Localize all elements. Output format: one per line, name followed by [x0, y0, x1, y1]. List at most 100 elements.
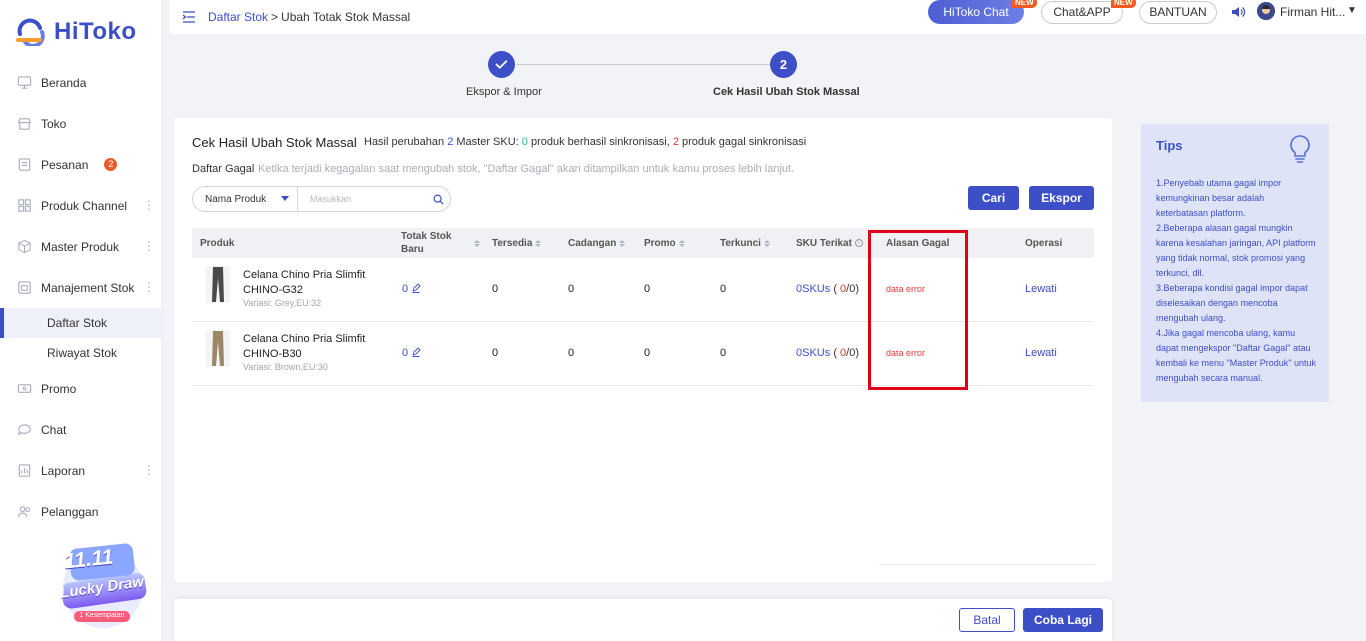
new-stock-cell[interactable]: 0 [402, 283, 421, 295]
step-2-label: Cek Hasil Ubah Stok Massal [713, 86, 860, 98]
product-name: Celana Chino Pria Slimfit CHINO-G32 [243, 269, 366, 296]
lucky-draw-chance: 1 Kesempatan [79, 612, 125, 619]
more-vertical-icon: ⋮ [143, 239, 155, 253]
sidebar-nav: Beranda Toko Pesanan 2 Produk Channel ⋮ … [0, 62, 162, 532]
sidebar-item-laporan[interactable]: Laporan ⋮ [0, 450, 162, 491]
hitoko-chat-label: HiToko Chat [943, 5, 1009, 19]
sidebar-subitem-daftar-stok[interactable]: Daftar Stok [0, 308, 162, 338]
help-button[interactable]: BANTUAN [1139, 1, 1217, 24]
logo[interactable]: HiToko [14, 18, 137, 46]
user-name[interactable]: Firman Hit... [1280, 5, 1345, 19]
sku-close: /0) [846, 347, 860, 359]
sku-open: ( [833, 283, 837, 295]
new-stock-cell[interactable]: 0 [402, 347, 421, 359]
sidebar-item-label: Pesanan [41, 157, 89, 172]
menu-collapse-icon[interactable] [182, 11, 196, 23]
cadangan-cell: 0 [568, 283, 575, 295]
page-title: Cek Hasil Ubah Stok Massal [192, 135, 357, 150]
col-tersedia[interactable]: Tersedia [492, 228, 542, 258]
sku-count: 0SKUs [796, 283, 831, 295]
cadangan-cell: 0 [568, 347, 575, 359]
more-vertical-icon: ⋮ [143, 463, 155, 477]
col-cadangan[interactable]: Cadangan [568, 228, 626, 258]
user-menu-caret-icon[interactable]: ▼ [1347, 5, 1357, 16]
edit-pencil-icon[interactable] [411, 347, 421, 357]
tip-line: 4.Jika gagal mencoba ulang, kamu dapat m… [1156, 328, 1316, 383]
users-icon [17, 504, 32, 519]
new-stock-value: 0 [402, 283, 409, 295]
top-bar: Daftar Stok > Ubah Totak Stok Massal HiT… [170, 0, 1366, 34]
promo-cell: 0 [644, 347, 651, 359]
sku-terikat-cell[interactable]: 0SKUs ( 0/0) [796, 283, 859, 295]
sidebar-item-beranda[interactable]: Beranda [0, 62, 162, 103]
sku-terikat-cell[interactable]: 0SKUs ( 0/0) [796, 347, 859, 359]
terkunci-cell: 0 [720, 347, 727, 359]
sku-close: /0) [846, 283, 860, 295]
summary-failed-text: produk gagal sinkronisasi [682, 136, 807, 148]
lucky-draw-banner[interactable]: 11.11 Lucky Draw 1 Kesempatan [56, 538, 150, 630]
info-icon[interactable]: i [854, 239, 863, 247]
sort-icon [619, 239, 626, 247]
fail-list-label: Daftar Gagal [192, 163, 255, 175]
fail-list-description: Ketika terjadi kegagalan saat mengubah s… [258, 163, 795, 175]
tips-panel: Tips 1.Penyebab utama gagal impor kemung… [1141, 124, 1329, 402]
product-variant: Variasi: Brown,EU:30 [243, 362, 328, 372]
sort-totak-stok-icon[interactable] [471, 228, 480, 258]
col-promo-label: Promo [644, 237, 676, 249]
store-icon [17, 116, 32, 131]
lucky-draw-title-top: 11.11 [62, 545, 115, 574]
sidebar-item-chat[interactable]: Chat [0, 409, 162, 450]
skip-link[interactable]: Lewati [1025, 347, 1057, 359]
breadcrumb: Daftar Stok > Ubah Totak Stok Massal [182, 10, 410, 24]
sidebar-subitem-riwayat-stok[interactable]: Riwayat Stok [0, 338, 162, 368]
product-thumbnail [206, 266, 230, 303]
col-totak-stok-baru: Totak Stok Baru [401, 228, 451, 258]
search-input[interactable] [297, 187, 427, 211]
search-icon[interactable] [427, 187, 450, 211]
sidebar-item-label: Beranda [41, 75, 87, 90]
sku-open: ( [833, 347, 837, 359]
col-terkunci[interactable]: Terkunci [720, 228, 770, 258]
monitor-icon [17, 75, 32, 90]
warehouse-icon [17, 280, 32, 295]
col-terkunci-label: Terkunci [720, 237, 761, 249]
sort-icon [535, 239, 542, 247]
tip-line: 1.Penyebab utama gagal impor kemungkinan… [1156, 178, 1282, 218]
sidebar-item-produk-channel[interactable]: Produk Channel ⋮ [0, 185, 162, 226]
sidebar-item-label: Laporan [41, 463, 86, 478]
edit-pencil-icon[interactable] [411, 283, 421, 293]
sidebar-item-label: Pelanggan [41, 504, 99, 519]
sidebar-item-master-produk[interactable]: Master Produk ⋮ [0, 226, 162, 267]
hitoko-chat-button[interactable]: HiToko Chat [928, 0, 1024, 24]
logo-text: HiToko [54, 18, 137, 45]
col-promo[interactable]: Promo [644, 228, 685, 258]
result-card: Cek Hasil Ubah Stok Massal Hasil perubah… [174, 118, 1112, 582]
retry-button[interactable]: Coba Lagi [1023, 608, 1103, 632]
search-button[interactable]: Cari [968, 186, 1019, 210]
col-totak-stok-baru-line1: Totak Stok [401, 231, 452, 242]
speaker-icon[interactable] [1230, 4, 1246, 20]
export-button[interactable]: Ekspor [1029, 186, 1094, 210]
sidebar: HiToko Beranda Toko Pesanan 2 Produk Cha… [0, 0, 162, 641]
search-field-select[interactable]: Nama Produk [193, 187, 298, 211]
sidebar-item-pelanggan[interactable]: Pelanggan [0, 491, 162, 532]
sidebar-item-pesanan[interactable]: Pesanan 2 [0, 144, 162, 185]
user-avatar-icon [1257, 2, 1275, 20]
search-field-select-value: Nama Produk [205, 193, 267, 205]
terkunci-cell: 0 [720, 283, 727, 295]
summary-success-count: 0 [521, 136, 528, 148]
cancel-button[interactable]: Batal [959, 608, 1015, 632]
breadcrumb-link-daftar-stok[interactable]: Daftar Stok [208, 10, 268, 24]
pants-image-icon [212, 267, 224, 302]
pants-image-icon [212, 331, 224, 366]
col-cadangan-label: Cadangan [568, 237, 617, 249]
sidebar-item-manajement-stok[interactable]: Manajement Stok ⋮ [0, 267, 162, 308]
col-operasi: Operasi [1025, 237, 1063, 249]
sidebar-item-toko[interactable]: Toko [0, 103, 162, 144]
sidebar-item-promo[interactable]: Promo [0, 368, 162, 409]
skip-link[interactable]: Lewati [1025, 283, 1057, 295]
retry-button-label: Coba Lagi [1033, 613, 1092, 627]
chat-bubble-icon [17, 422, 32, 437]
cancel-button-label: Batal [973, 613, 1001, 627]
avatar[interactable] [1257, 2, 1275, 20]
